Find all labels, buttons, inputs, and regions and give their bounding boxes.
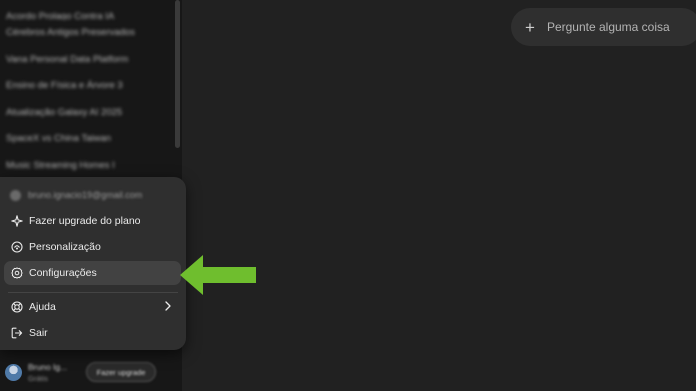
account-email: bruno.ignacio19@gmail.com	[10, 188, 142, 202]
sidebar-scrollbar[interactable]	[175, 0, 180, 148]
menu-item-help[interactable]: Ajuda	[4, 295, 181, 319]
history-item[interactable]: Ensino de Física e Árvore 3	[0, 73, 172, 100]
menu-item-personalization[interactable]: Personalização	[4, 235, 181, 259]
app-window: Acordo Prolago Contra IA Cérebros Antigo…	[0, 0, 696, 391]
upgrade-button[interactable]: Fazer upgrade	[86, 362, 156, 382]
account-menu: bruno.ignacio19@gmail.com Fazer upgrade …	[0, 177, 186, 350]
avatar[interactable]	[5, 364, 22, 381]
menu-item-settings[interactable]: Configurações	[4, 261, 181, 285]
sparkle-icon	[10, 215, 23, 228]
history-item[interactable]: SpaceX vs China Taiwan	[0, 126, 172, 153]
account-icon	[10, 189, 21, 201]
history-item[interactable]: Music Streaming Homes I	[0, 153, 172, 180]
user-account-row[interactable]: Bruno Ig... Grátis Fazer upgrade	[0, 355, 182, 391]
menu-divider	[8, 292, 178, 293]
history-item[interactable]: Cérebros Antigos Preservados	[0, 20, 172, 47]
menu-item-logout[interactable]: Sair	[4, 321, 181, 345]
user-name: Bruno Ig...	[28, 362, 68, 372]
chat-history-list: Acordo Prolago Contra IA Cérebros Antigo…	[0, 0, 172, 179]
history-item[interactable]: Vana Personal Data Platform	[0, 47, 172, 74]
ask-input-placeholder: Pergunte alguma coisa	[546, 20, 670, 34]
account-email-text: bruno.ignacio19@gmail.com	[28, 190, 143, 200]
menu-item-label: Fazer upgrade do plano	[29, 215, 141, 227]
menu-item-label: Personalização	[29, 241, 101, 253]
help-lifebuoy-icon	[10, 301, 23, 314]
personalization-icon	[10, 241, 23, 254]
annotation-arrow-icon	[180, 255, 256, 295]
user-plan: Grátis	[28, 374, 49, 383]
menu-item-upgrade-plan[interactable]: Fazer upgrade do plano	[4, 209, 181, 233]
history-item[interactable]: Acordo Prolago Contra IA	[0, 0, 172, 20]
settings-gear-icon	[10, 267, 23, 280]
menu-item-label: Configurações	[29, 267, 97, 279]
logout-icon	[10, 327, 23, 340]
chevron-right-icon	[163, 300, 173, 315]
history-item[interactable]: Atualização Galaxy AI 2025	[0, 100, 172, 127]
ask-input[interactable]: + Pergunte alguma coisa	[511, 8, 696, 46]
menu-item-label: Ajuda	[29, 301, 56, 313]
menu-item-label: Sair	[29, 327, 48, 339]
plus-icon[interactable]: +	[525, 19, 535, 36]
